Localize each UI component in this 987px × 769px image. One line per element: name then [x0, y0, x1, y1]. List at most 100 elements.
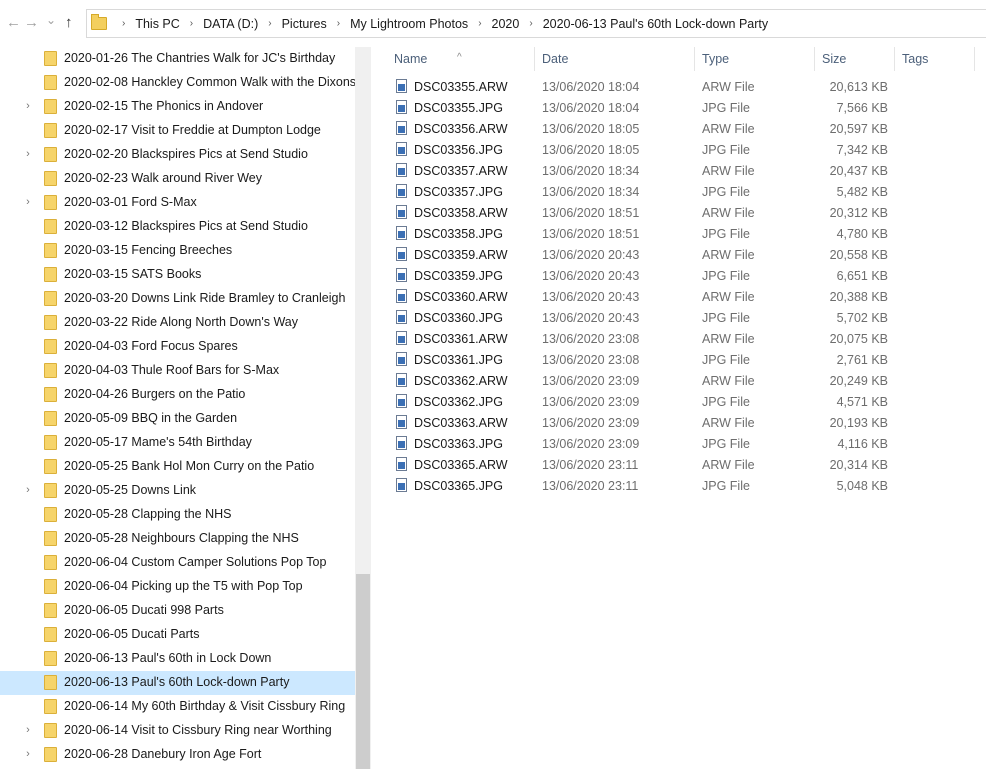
file-row[interactable]: DSC03357.ARW 13/06/2020 18:34 ARW File 20,4…	[380, 161, 987, 182]
nav-tree-item[interactable]: 2020-05-17 Mame's 54th Birthday	[0, 431, 355, 455]
back-arrow-icon[interactable]: ←	[6, 15, 21, 31]
breadcrumb-separator-icon[interactable]: ›	[471, 18, 488, 29]
file-date: 13/06/2020 20:43	[542, 290, 640, 304]
file-row[interactable]: DSC03365.JPG 13/06/2020 23:11 JPG File 5,04…	[380, 476, 987, 497]
file-row[interactable]: DSC03361.JPG 13/06/2020 23:08 JPG File 2,76…	[380, 350, 987, 371]
file-row[interactable]: DSC03357.JPG 13/06/2020 18:34 JPG File 5,48…	[380, 182, 987, 203]
column-header-type[interactable]: Type	[702, 52, 729, 66]
file-row[interactable]: DSC03363.ARW 13/06/2020 23:09 ARW File 20,1…	[380, 413, 987, 434]
file-date: 13/06/2020 18:04	[542, 101, 640, 115]
file-row[interactable]: DSC03360.ARW 13/06/2020 20:43 ARW File 20,3…	[380, 287, 987, 308]
nav-tree-item[interactable]: 2020-02-17 Visit to Freddie at Dumpton L…	[0, 119, 355, 143]
file-row[interactable]: DSC03360.JPG 13/06/2020 20:43 JPG File 5,70…	[380, 308, 987, 329]
nav-tree-item[interactable]: › 2020-02-15 The Phonics in Andover	[0, 95, 355, 119]
nav-tree-item[interactable]: › 2020-05-25 Downs Link	[0, 479, 355, 503]
nav-tree-item[interactable]: 2020-06-05 Ducati 998 Parts	[0, 599, 355, 623]
breadcrumb-separator-icon[interactable]: ›	[115, 18, 132, 29]
nav-tree-item[interactable]: 2020-01-26 The Chantries Walk for JC's B…	[0, 47, 355, 71]
nav-tree-item[interactable]: 2020-04-03 Ford Focus Spares	[0, 335, 355, 359]
breadcrumb-separator-icon[interactable]: ›	[330, 18, 347, 29]
file-row[interactable]: DSC03355.JPG 13/06/2020 18:04 JPG File 7,56…	[380, 98, 987, 119]
nav-tree-item[interactable]: 2020-03-15 SATS Books	[0, 263, 355, 287]
expand-chevron-icon[interactable]: ›	[22, 148, 34, 160]
breadcrumb-item[interactable]: This PC	[132, 17, 182, 31]
file-row[interactable]: DSC03363.JPG 13/06/2020 23:09 JPG File 4,11…	[380, 434, 987, 455]
nav-tree-item[interactable]: › 2020-02-20 Blackspires Pics at Send Stu…	[0, 143, 355, 167]
expand-chevron-icon[interactable]: ›	[22, 100, 34, 112]
nav-tree-item[interactable]: › 2020-06-28 Danebury Iron Age Fort	[0, 743, 355, 767]
column-divider[interactable]	[694, 47, 695, 71]
nav-tree-item[interactable]: 2020-06-04 Custom Camper Solutions Pop T…	[0, 551, 355, 575]
file-row[interactable]: DSC03358.ARW 13/06/2020 18:51 ARW File 20,3…	[380, 203, 987, 224]
breadcrumb-item[interactable]: My Lightroom Photos	[347, 17, 471, 31]
nav-tree-item[interactable]: 2020-04-26 Burgers on the Patio	[0, 383, 355, 407]
nav-scrollbar-thumb[interactable]	[356, 574, 370, 769]
column-divider[interactable]	[974, 47, 975, 71]
column-header-tags[interactable]: Tags	[902, 52, 928, 66]
image-file-icon	[396, 331, 407, 345]
breadcrumb-separator-icon[interactable]: ›	[522, 18, 539, 29]
column-divider[interactable]	[814, 47, 815, 71]
file-date: 13/06/2020 18:34	[542, 185, 640, 199]
image-file-icon	[396, 142, 407, 156]
file-row[interactable]: DSC03359.ARW 13/06/2020 20:43 ARW File 20,5…	[380, 245, 987, 266]
file-name: DSC03363.JPG	[414, 437, 503, 451]
folder-icon	[44, 387, 57, 402]
file-row[interactable]: DSC03365.ARW 13/06/2020 23:11 ARW File 20,3…	[380, 455, 987, 476]
breadcrumb-separator-icon[interactable]: ›	[261, 18, 278, 29]
recent-locations-chevron-icon[interactable]: ⌄	[46, 12, 56, 28]
file-size: 20,558 KB	[829, 248, 888, 262]
column-header-size[interactable]: Size	[822, 52, 846, 66]
nav-tree-item[interactable]: 2020-06-04 Picking up the T5 with Pop To…	[0, 575, 355, 599]
nav-tree-item[interactable]: 2020-03-12 Blackspires Pics at Send Stud…	[0, 215, 355, 239]
nav-tree-item[interactable]: 2020-06-13 Paul's 60th in Lock Down	[0, 647, 355, 671]
image-file-icon	[396, 373, 407, 387]
file-size: 20,388 KB	[829, 290, 888, 304]
nav-tree-item[interactable]: 2020-03-15 Fencing Breeches	[0, 239, 355, 263]
column-headers: ^ Name Date Type Size Tags	[380, 47, 987, 71]
nav-tree-item[interactable]: 2020-06-14 My 60th Birthday & Visit Ciss…	[0, 695, 355, 719]
nav-tree-item[interactable]: 2020-02-08 Hanckley Common Walk with the…	[0, 71, 356, 95]
nav-tree-item[interactable]: 2020-05-28 Neighbours Clapping the NHS	[0, 527, 355, 551]
expand-chevron-icon[interactable]: ›	[22, 484, 34, 496]
breadcrumb-separator-icon[interactable]: ›	[183, 18, 200, 29]
nav-tree-item-selected[interactable]: 2020-06-13 Paul's 60th Lock-down Party	[0, 671, 355, 695]
breadcrumb-item[interactable]: 2020-06-13 Paul's 60th Lock-down Party	[540, 17, 771, 31]
column-header-name[interactable]: Name	[394, 52, 427, 66]
file-row[interactable]: DSC03362.ARW 13/06/2020 23:09 ARW File 20,2…	[380, 371, 987, 392]
nav-tree-item[interactable]: 2020-05-25 Bank Hol Mon Curry on the Pat…	[0, 455, 355, 479]
breadcrumb-item[interactable]: Pictures	[279, 17, 330, 31]
nav-tree-item-label: 2020-05-09 BBQ in the Garden	[64, 411, 238, 425]
nav-tree-item[interactable]: › 2020-06-14 Visit to Cissbury Ring near …	[0, 719, 355, 743]
nav-tree-item[interactable]: 2020-03-20 Downs Link Ride Bramley to Cr…	[0, 287, 355, 311]
expand-chevron-icon[interactable]: ›	[22, 748, 34, 760]
image-file-icon	[396, 352, 407, 366]
nav-tree-item[interactable]: › 2020-03-01 Ford S-Max	[0, 191, 355, 215]
nav-tree-item[interactable]: 2020-05-09 BBQ in the Garden	[0, 407, 355, 431]
file-row[interactable]: DSC03362.JPG 13/06/2020 23:09 JPG File 4,57…	[380, 392, 987, 413]
column-header-date[interactable]: Date	[542, 52, 568, 66]
breadcrumb-item[interactable]: DATA (D:)	[200, 17, 261, 31]
nav-tree-item[interactable]: 2020-04-03 Thule Roof Bars for S-Max	[0, 359, 355, 383]
file-row[interactable]: DSC03356.JPG 13/06/2020 18:05 JPG File 7,34…	[380, 140, 987, 161]
file-row[interactable]: DSC03356.ARW 13/06/2020 18:05 ARW File 20,5…	[380, 119, 987, 140]
nav-tree-item[interactable]: 2020-03-22 Ride Along North Down's Way	[0, 311, 355, 335]
column-divider[interactable]	[894, 47, 895, 71]
file-size: 7,566 KB	[836, 101, 888, 115]
expand-chevron-icon[interactable]: ›	[22, 196, 34, 208]
forward-arrow-icon[interactable]: →	[24, 15, 39, 31]
nav-tree-item[interactable]: 2020-05-28 Clapping the NHS	[0, 503, 355, 527]
file-row[interactable]: DSC03355.ARW 13/06/2020 18:04 ARW File 20,6…	[380, 77, 987, 98]
up-arrow-icon[interactable]: ↑	[65, 15, 73, 31]
nav-tree-item-label: 2020-05-25 Bank Hol Mon Curry on the Pat…	[64, 459, 315, 473]
nav-tree-item[interactable]: 2020-06-05 Ducati Parts	[0, 623, 355, 647]
nav-tree-item[interactable]: 2020-02-23 Walk around River Wey	[0, 167, 355, 191]
breadcrumb-item[interactable]: 2020	[489, 17, 523, 31]
breadcrumb-box[interactable]: › This PC › DATA (D:) › Pictures › My Lightroom…	[86, 9, 986, 38]
expand-chevron-icon[interactable]: ›	[22, 724, 34, 736]
file-row[interactable]: DSC03359.JPG 13/06/2020 20:43 JPG File 6,65…	[380, 266, 987, 287]
column-divider[interactable]	[534, 47, 535, 71]
file-type: JPG File	[702, 185, 750, 199]
file-row[interactable]: DSC03358.JPG 13/06/2020 18:51 JPG File 4,78…	[380, 224, 987, 245]
file-row[interactable]: DSC03361.ARW 13/06/2020 23:08 ARW File 20,0…	[380, 329, 987, 350]
